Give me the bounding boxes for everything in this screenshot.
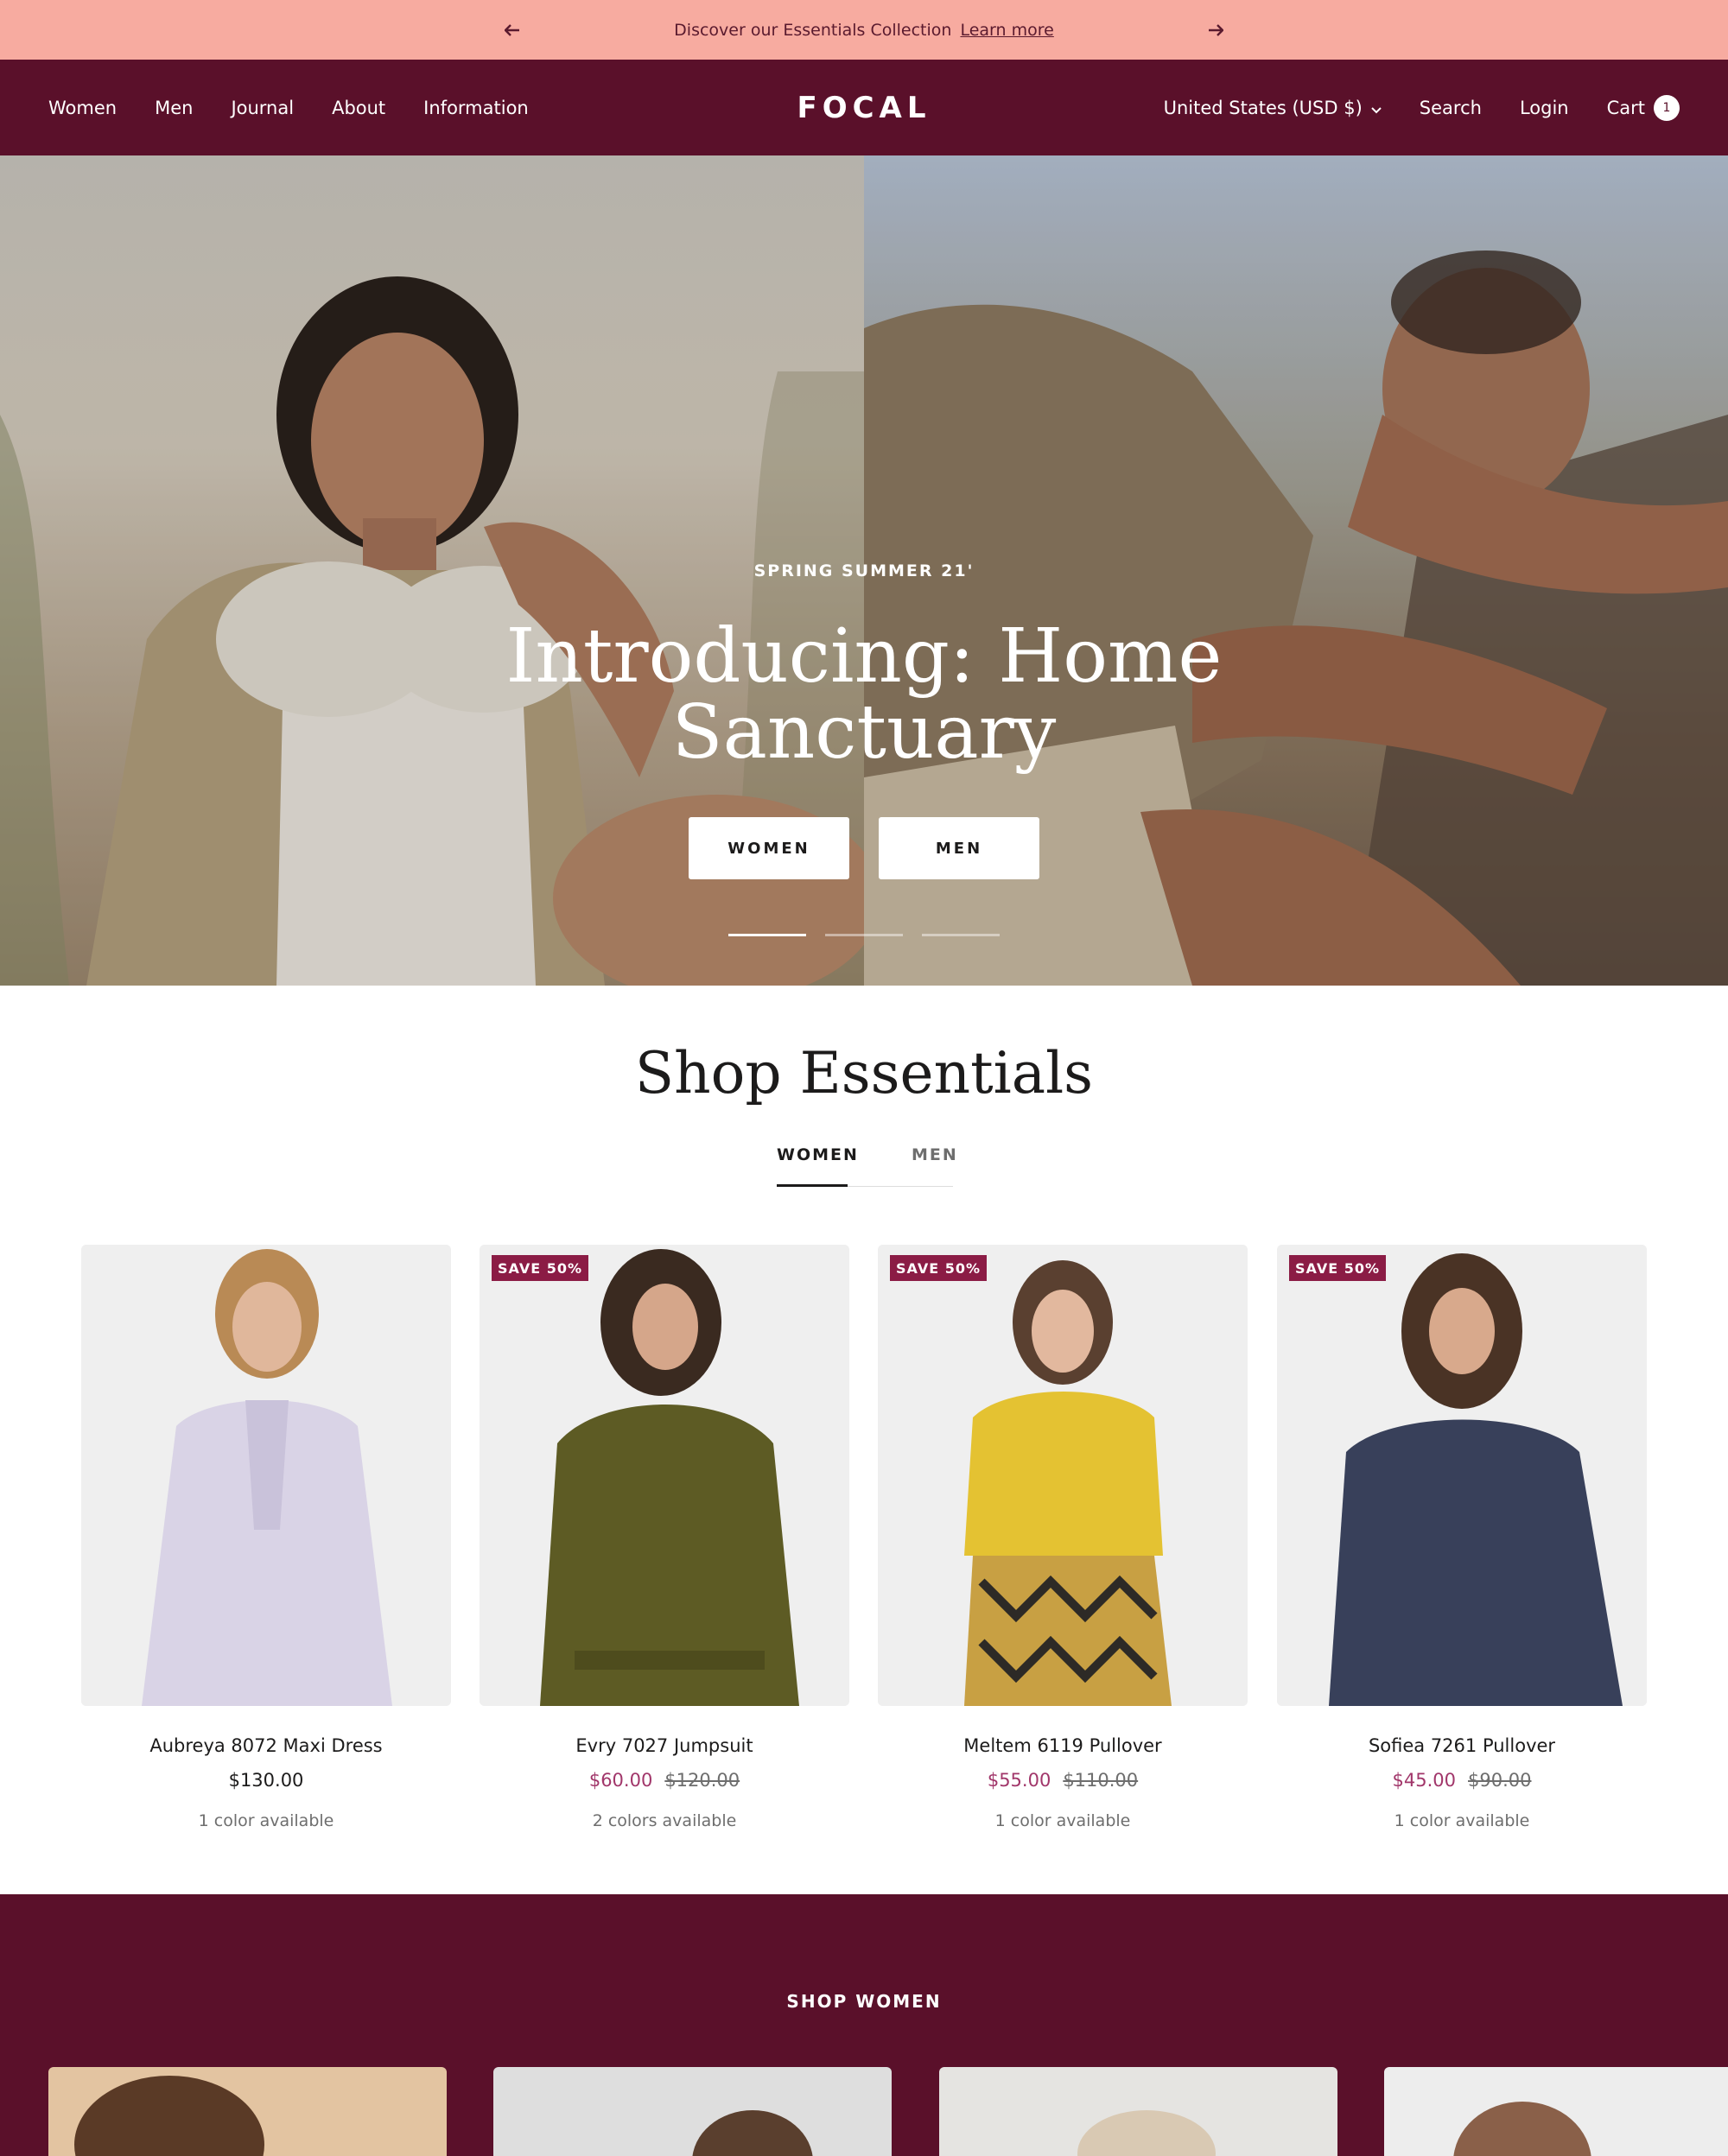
product-name[interactable]: Evry 7027 Jumpsuit [480, 1735, 849, 1756]
currency-selector[interactable]: United States (USD $) [1164, 98, 1382, 118]
color-availability: 2 colors available [592, 1811, 737, 1830]
hero-title: Introducing: Home Sanctuary [505, 613, 1223, 776]
collection-thumbnail[interactable] [48, 2067, 447, 2156]
tab-women[interactable]: WOMEN [777, 1145, 859, 1164]
product-image[interactable]: SAVE 50% [480, 1245, 849, 1706]
hero-content: SPRING SUMMER 21' Introducing: Home Sanc… [0, 561, 1728, 879]
product-price: $130.00 [81, 1770, 451, 1791]
product-name[interactable]: Meltem 6119 Pullover [878, 1735, 1248, 1756]
product-card[interactable]: SAVE 50% Meltem 6119 Pullover $55.00 $11… [878, 1245, 1248, 1841]
hero-slideshow: SPRING SUMMER 21' Introducing: Home Sanc… [0, 155, 1728, 986]
sale-badge: SAVE 50% [890, 1255, 987, 1281]
shop-women-heading: SHOP WOMEN [786, 1991, 942, 2012]
hero-buttons: WOMEN MEN [689, 817, 1039, 879]
color-availability: 1 color available [1394, 1811, 1530, 1830]
collection-thumbnail[interactable] [939, 2067, 1337, 2156]
login-link[interactable]: Login [1520, 98, 1569, 118]
product-card[interactable]: SAVE 50% Evry 7027 Jumpsuit $60.00 $120.… [480, 1245, 849, 1841]
product-price: $45.00 $90.00 [1277, 1770, 1647, 1791]
compare-price: $120.00 [664, 1770, 740, 1791]
shop-women-section: SHOP WOMEN [0, 1894, 1728, 2156]
product-image[interactable]: SAVE 50% [1277, 1245, 1647, 1706]
cart-label: Cart [1606, 97, 1645, 118]
sale-price: $60.00 [588, 1770, 653, 1791]
slide-dot-2[interactable] [825, 934, 903, 936]
currency-label: United States (USD $) [1163, 97, 1363, 118]
product-price: $60.00 $120.00 [480, 1770, 849, 1791]
cart-count-badge: 1 [1654, 94, 1680, 121]
nav-men[interactable]: Men [155, 98, 193, 118]
slide-dot-3[interactable] [922, 934, 1000, 936]
product-image[interactable] [81, 1245, 451, 1706]
product-card[interactable]: SAVE 50% Sofiea 7261 Pullover $45.00 $90… [1277, 1245, 1647, 1841]
slide-dot-1[interactable] [728, 934, 806, 936]
announcement-message: Discover our Essentials Collection Learn… [674, 21, 1054, 40]
regular-price: $130.00 [228, 1770, 304, 1791]
sale-badge: SAVE 50% [1289, 1255, 1386, 1281]
shop-men-button[interactable]: MEN [879, 817, 1039, 879]
product-card[interactable]: Aubreya 8072 Maxi Dress $130.00 1 color … [81, 1245, 451, 1841]
next-arrow-icon[interactable] [1204, 19, 1227, 41]
tab-men[interactable]: MEN [912, 1145, 958, 1164]
sale-badge: SAVE 50% [492, 1255, 588, 1281]
search-link[interactable]: Search [1420, 98, 1482, 118]
previous-arrow-icon[interactable] [501, 19, 524, 41]
compare-price: $110.00 [1063, 1770, 1139, 1791]
chevron-down-icon [1371, 98, 1382, 118]
product-grid: Aubreya 8072 Maxi Dress $130.00 1 color … [81, 1245, 1647, 1841]
collection-thumbnail[interactable] [1384, 2067, 1728, 2156]
color-availability: 1 color available [198, 1811, 334, 1830]
nav-women[interactable]: Women [48, 98, 117, 118]
essentials-tabs: WOMEN MEN [777, 1140, 956, 1187]
shop-women-button[interactable]: WOMEN [689, 817, 849, 879]
cart-link[interactable]: Cart 1 [1606, 94, 1680, 121]
collection-thumbnail[interactable] [493, 2067, 892, 2156]
main-nav: Women Men Journal About Information [48, 60, 529, 155]
header-actions: United States (USD $) Search Login Cart … [1164, 60, 1680, 155]
sale-price: $45.00 [1392, 1770, 1456, 1791]
announcement-bar: Discover our Essentials Collection Learn… [0, 0, 1728, 60]
color-availability: 1 color available [994, 1811, 1131, 1830]
learn-more-link[interactable]: Learn more [960, 21, 1053, 40]
product-image[interactable]: SAVE 50% [878, 1245, 1248, 1706]
site-logo[interactable]: FOCAL [795, 91, 933, 125]
site-header: Women Men Journal About Information FOCA… [0, 60, 1728, 155]
product-price: $55.00 $110.00 [878, 1770, 1248, 1791]
sale-price: $55.00 [987, 1770, 1051, 1791]
shop-essentials-title: Shop Essentials [634, 1040, 1094, 1107]
nav-information[interactable]: Information [423, 98, 529, 118]
slideshow-pagination [728, 934, 1000, 936]
active-tab-indicator [777, 1184, 848, 1187]
nav-about[interactable]: About [332, 98, 385, 118]
hero-subtitle: SPRING SUMMER 21' [753, 561, 975, 580]
announcement-text: Discover our Essentials Collection [674, 20, 952, 40]
product-name[interactable]: Aubreya 8072 Maxi Dress [81, 1735, 451, 1756]
compare-price: $90.00 [1468, 1770, 1532, 1791]
product-name[interactable]: Sofiea 7261 Pullover [1277, 1735, 1647, 1756]
nav-journal[interactable]: Journal [231, 98, 294, 118]
